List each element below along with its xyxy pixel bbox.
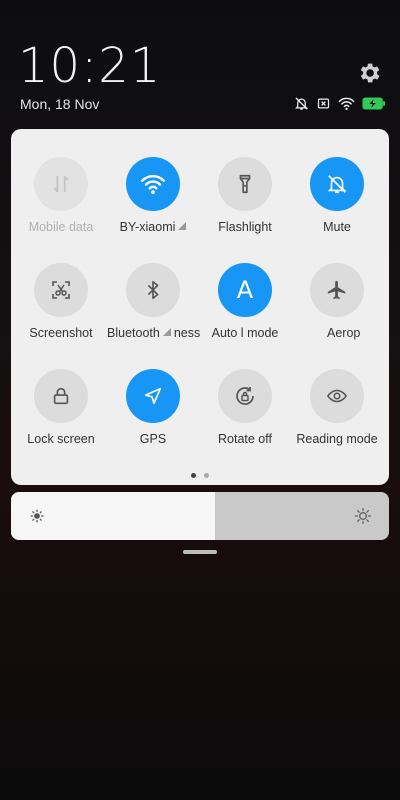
toggle-circle: [34, 263, 88, 317]
toggle-label: Flashlight: [218, 220, 272, 234]
quick-settings-panel: Mobile data BY-xiaomi Flashlight Mute Sc…: [11, 129, 389, 485]
signal-triangle-icon: [178, 222, 187, 230]
toggle-label: GPS: [139, 432, 167, 446]
toggle-label: Lock screen: [27, 432, 95, 446]
toggle-auto-brightness[interactable]: A Auto l mode: [199, 263, 291, 340]
location-arrow-icon: [144, 387, 162, 405]
airplane-icon: [327, 280, 346, 300]
toggle-label: Bluetooth ness: [107, 326, 201, 340]
lock-icon: [53, 387, 69, 405]
status-bar-icons: [294, 96, 386, 111]
panel-drag-handle[interactable]: [183, 550, 217, 554]
bluetooth-icon: [147, 280, 159, 300]
brightness-high-icon: [354, 507, 372, 525]
toggle-circle: A: [218, 263, 272, 317]
auto-brightness-icon: A: [236, 276, 254, 304]
toggle-reading-mode[interactable]: Reading mode: [291, 369, 383, 446]
page-indicator: [11, 473, 389, 478]
sim-off-icon: [317, 98, 330, 109]
toggle-screenshot[interactable]: Screenshot: [15, 263, 107, 340]
bluetooth-label: Bluetooth: [107, 326, 160, 340]
mobile-data-icon: [53, 175, 69, 193]
toggle-circle: [126, 263, 180, 317]
brightness-slider[interactable]: [11, 492, 389, 540]
bell-off-icon: [327, 175, 347, 194]
toggle-circle: [34, 157, 88, 211]
gear-icon: [360, 63, 380, 83]
toggle-mute[interactable]: Mute: [291, 157, 383, 234]
toggle-bluetooth[interactable]: Bluetooth ness: [107, 263, 201, 340]
flashlight-icon: [239, 174, 251, 194]
auto-mode-label-fragment: Auto l: [211, 326, 244, 340]
page-dot[interactable]: [204, 473, 209, 478]
toggle-rotate[interactable]: Rotate off: [199, 369, 291, 446]
toggle-mobile-data[interactable]: Mobile data: [15, 157, 107, 234]
toggle-label: Screenshot: [29, 326, 93, 340]
clock-time: 10:21: [18, 38, 162, 94]
wifi-network-name: BY-xiaomi: [119, 220, 176, 234]
wifi-icon: [140, 175, 166, 194]
auto-brightness-label-fragment: ness: [173, 326, 201, 340]
toggle-label: Mobile data: [28, 220, 94, 234]
toggle-airplane-mode[interactable]: Aerop: [291, 263, 383, 340]
toggle-circle: [310, 263, 364, 317]
auto-mode-label-fragment-2: mode: [247, 326, 279, 340]
toggle-lock-screen[interactable]: Lock screen: [15, 369, 107, 446]
toggle-wifi[interactable]: BY-xiaomi: [107, 157, 199, 234]
battery-charging-icon: [362, 97, 386, 110]
toggle-circle: [218, 369, 272, 423]
wifi-icon: [338, 97, 355, 111]
toggle-gps[interactable]: GPS: [107, 369, 199, 446]
rotate-lock-icon: [236, 387, 254, 405]
toggle-circle: [310, 369, 364, 423]
toggle-circle: [126, 369, 180, 423]
toggle-circle: [310, 157, 364, 211]
toggle-flashlight[interactable]: Flashlight: [199, 157, 291, 234]
toggle-circle: [34, 369, 88, 423]
settings-button[interactable]: [356, 60, 382, 86]
toggle-circle: [126, 157, 180, 211]
toggle-label: Rotate off: [218, 432, 272, 446]
brightness-low-icon: [30, 509, 44, 523]
silent-icon: [294, 97, 309, 110]
signal-triangle-icon: [162, 328, 171, 336]
clock-date: Mon, 18 Nov: [20, 96, 100, 112]
toggle-label: BY-xiaomi: [107, 220, 199, 234]
toggle-label: Mute: [323, 220, 351, 234]
toggle-circle: [218, 157, 272, 211]
toggle-label: Auto l mode: [199, 326, 291, 340]
page-dot-active[interactable]: [191, 473, 196, 478]
toggle-label: Reading mode: [296, 432, 378, 446]
toggle-label: Aerop: [327, 326, 361, 340]
screenshot-icon: [52, 281, 70, 299]
eye-icon: [326, 389, 348, 403]
